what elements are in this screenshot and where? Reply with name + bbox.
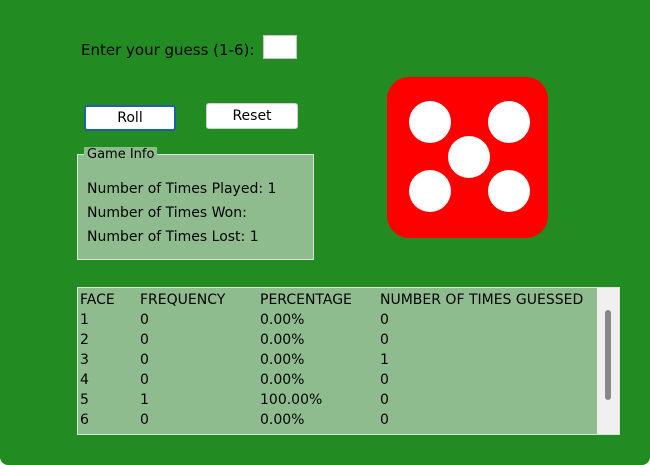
die-face-five xyxy=(387,77,548,238)
header-percentage: PERCENTAGE xyxy=(260,292,352,308)
cell-frequency: 0 xyxy=(140,312,149,328)
die-pip xyxy=(448,136,490,178)
cell-times-guessed: 0 xyxy=(380,332,389,348)
cell-face: 4 xyxy=(80,372,89,388)
table-row: 2 0 0.00% 0 xyxy=(80,330,600,350)
scrollbar-thumb[interactable] xyxy=(605,310,611,400)
header-face: FACE xyxy=(80,292,115,308)
cell-face: 3 xyxy=(80,352,89,368)
cell-percentage: 100.00% xyxy=(260,392,323,408)
cell-frequency: 0 xyxy=(140,332,149,348)
cell-frequency: 0 xyxy=(140,352,149,368)
times-won-label: Number of Times Won: xyxy=(87,205,247,221)
reset-button[interactable]: Reset xyxy=(206,103,298,129)
roll-button[interactable]: Roll xyxy=(84,105,176,131)
game-info-group: Game Info Number of Times Played: 1 Numb… xyxy=(77,147,314,260)
cell-times-guessed: 1 xyxy=(380,352,389,368)
times-lost-label: Number of Times Lost: 1 xyxy=(87,229,259,245)
table-row: 5 1 100.00% 0 xyxy=(80,390,600,410)
cell-face: 2 xyxy=(80,332,89,348)
cell-percentage: 0.00% xyxy=(260,372,305,388)
game-window: Enter your guess (1-6): Roll Reset Game … xyxy=(0,0,650,465)
vertical-scrollbar[interactable] xyxy=(597,288,619,434)
table-header-row: FACE FREQUENCY PERCENTAGE NUMBER OF TIME… xyxy=(80,290,600,310)
table-row: 4 0 0.00% 0 xyxy=(80,370,600,390)
table-row: 6 0 0.00% 0 xyxy=(80,410,600,430)
cell-times-guessed: 0 xyxy=(380,372,389,388)
cell-percentage: 0.00% xyxy=(260,332,305,348)
cell-percentage: 0.00% xyxy=(260,412,305,428)
die-pip xyxy=(409,101,451,143)
cell-times-guessed: 0 xyxy=(380,392,389,408)
cell-percentage: 0.00% xyxy=(260,312,305,328)
statistics-table[interactable]: FACE FREQUENCY PERCENTAGE NUMBER OF TIME… xyxy=(77,287,620,435)
guess-input[interactable] xyxy=(263,35,297,59)
cell-face: 5 xyxy=(80,392,89,408)
cell-times-guessed: 0 xyxy=(380,312,389,328)
cell-frequency: 1 xyxy=(140,392,149,408)
die-pip xyxy=(409,170,451,212)
guess-label: Enter your guess (1-6): xyxy=(81,41,255,59)
game-info-title: Game Info xyxy=(84,147,158,163)
cell-percentage: 0.00% xyxy=(260,352,305,368)
die-pip xyxy=(488,170,530,212)
header-times-guessed: NUMBER OF TIMES GUESSED xyxy=(380,292,584,308)
times-played-label: Number of Times Played: 1 xyxy=(87,181,277,197)
cell-face: 1 xyxy=(80,312,89,328)
table-row: 1 0 0.00% 0 xyxy=(80,310,600,330)
table-row: 3 0 0.00% 1 xyxy=(80,350,600,370)
cell-times-guessed: 0 xyxy=(380,412,389,428)
cell-frequency: 0 xyxy=(140,372,149,388)
cell-frequency: 0 xyxy=(140,412,149,428)
die-pip xyxy=(488,101,530,143)
header-frequency: FREQUENCY xyxy=(140,292,226,308)
cell-face: 6 xyxy=(80,412,89,428)
